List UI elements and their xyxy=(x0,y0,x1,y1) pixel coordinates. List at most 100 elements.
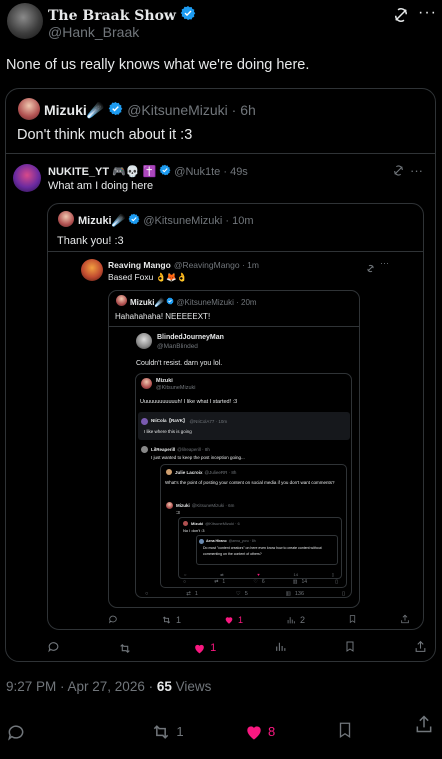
reply-icon[interactable]: ○ xyxy=(183,579,186,585)
mini-reply-icon[interactable]: ○ xyxy=(184,572,186,577)
q12-handle[interactable]: @KitsuneMizuki · 6 xyxy=(205,521,240,526)
grok-icon[interactable] xyxy=(392,6,410,29)
q2-name[interactable]: NUKITE_YT xyxy=(48,166,109,178)
more-options-icon[interactable]: ··· xyxy=(410,163,423,178)
q5-text: Hahahahaha! NEEEEEXT! xyxy=(115,312,211,321)
share-button[interactable] xyxy=(414,714,434,737)
card10-action-bar: ○ ⇄ 1 ♡ 6 ▥ 14 ▯ xyxy=(183,579,338,585)
timestamp[interactable]: 9:27 PM · Apr 27, 2026 · xyxy=(6,679,157,694)
retweet-button[interactable]: 1 xyxy=(150,722,184,742)
bookmark-button[interactable] xyxy=(336,720,354,743)
like-icon[interactable]: ♡ 5 xyxy=(236,591,248,597)
bookmark-icon[interactable] xyxy=(344,640,356,656)
q11-handle[interactable]: @KitsuneMizuki · 6m xyxy=(192,503,235,508)
views-label: Views xyxy=(175,679,212,694)
q9-name[interactable]: LilReaperill xyxy=(151,447,175,452)
grok-icon[interactable] xyxy=(392,164,405,182)
more-options-icon[interactable]: ··· xyxy=(418,4,437,22)
heart-icon xyxy=(247,725,261,739)
grok-icon[interactable] xyxy=(366,260,375,278)
share-icon[interactable] xyxy=(414,640,427,656)
q6-text: Couldn't resist. darn you lol. xyxy=(136,360,223,367)
q7-name[interactable]: Mizuki xyxy=(156,378,173,384)
q1-handle[interactable]: @KitsuneMizuki · 6h xyxy=(127,102,256,118)
reply-icon[interactable] xyxy=(47,640,60,656)
q8-text: I like where this is going xyxy=(144,429,192,434)
verified-icon xyxy=(166,297,175,307)
q8-name[interactable]: NIiCola【RaVK】 xyxy=(151,418,188,424)
mini-retweet-icon[interactable]: ⇄ xyxy=(220,572,223,577)
q1-name[interactable]: Mizuki xyxy=(44,102,87,118)
more-options-icon[interactable]: ··· xyxy=(380,258,389,268)
q13-handle[interactable]: @aena_yoru · 8h xyxy=(229,539,256,543)
retweet-icon[interactable] xyxy=(118,642,136,655)
q12-name[interactable]: Mizuki xyxy=(191,521,203,526)
q6-avatar[interactable] xyxy=(136,333,152,349)
q5-name-emoji: ☄️ xyxy=(154,297,165,307)
q6-name[interactable]: BlindedJourneyMan xyxy=(157,334,224,341)
quote-divider xyxy=(109,326,359,327)
q8-handle[interactable]: @NIiColA77 · 10m xyxy=(190,419,228,424)
q2-avatar[interactable] xyxy=(13,164,41,192)
q1-avatar[interactable] xyxy=(18,98,40,120)
views-icon[interactable]: ▥ 136 xyxy=(286,591,304,597)
like-icon[interactable]: 1 xyxy=(224,615,243,625)
q2-handle[interactable]: @Nuk1te · 49s xyxy=(174,166,248,178)
retweet-icon[interactable]: ⇄ 1 xyxy=(214,579,225,585)
q2-text: What am I doing here xyxy=(48,180,154,192)
verified-icon xyxy=(159,164,171,179)
main-avatar[interactable] xyxy=(7,3,43,39)
views-icon[interactable]: ▥ 14 xyxy=(293,579,307,585)
like-icon[interactable]: ♡ 6 xyxy=(253,579,264,585)
q9-avatar[interactable] xyxy=(141,446,148,453)
mini-like-icon[interactable]: ♥ xyxy=(257,572,259,577)
q5-name[interactable]: Mizuki xyxy=(130,298,154,307)
q11-avatar[interactable] xyxy=(166,502,173,509)
bookmark-icon[interactable]: ▯ xyxy=(342,591,345,597)
q11-text: :3 xyxy=(176,510,180,515)
retweet-icon[interactable]: ⇄ 1 xyxy=(186,591,198,597)
reply-icon[interactable]: ○ xyxy=(145,591,148,597)
q7-handle[interactable]: @KitsuneMizuki xyxy=(156,385,196,391)
q13-avatar[interactable] xyxy=(199,539,204,544)
retweet-icon xyxy=(154,724,169,739)
q8-avatar[interactable] xyxy=(141,418,148,425)
like-icon[interactable]: 1 xyxy=(193,642,216,655)
share-icon[interactable] xyxy=(400,614,410,626)
views-icon[interactable] xyxy=(274,640,287,656)
q10-handle[interactable]: @JulieeRR · 8h xyxy=(205,470,237,475)
like-button[interactable]: 8 xyxy=(244,722,275,742)
q7-text: Uuuuuuuuuuuuh! I like what I started! :3 xyxy=(140,399,238,405)
q4-avatar[interactable] xyxy=(81,259,103,281)
q4-text: Based Foxu 👌🦊👌 xyxy=(108,272,188,282)
mini-bookmark-icon[interactable]: ▯ xyxy=(332,572,334,577)
retweet-icon[interactable]: 1 xyxy=(161,615,181,625)
share-icon xyxy=(416,715,432,733)
q3-handle[interactable]: @KitsuneMizuki · 10m xyxy=(143,215,253,227)
q5-handle[interactable]: @KitsuneMizuki · 20m xyxy=(176,298,256,307)
quote-divider xyxy=(6,153,435,154)
q10-avatar[interactable] xyxy=(166,469,172,475)
verified-icon xyxy=(108,101,123,119)
q3-avatar[interactable] xyxy=(58,211,74,227)
q9-handle[interactable]: @lilreaperill · 8h xyxy=(177,447,210,452)
q5-avatar[interactable] xyxy=(116,295,127,306)
reply-button[interactable] xyxy=(6,722,30,742)
q4-handle[interactable]: @ReavingMango · 1m xyxy=(174,260,259,270)
views-icon[interactable]: 2 xyxy=(286,615,305,625)
bookmark-icon[interactable] xyxy=(348,614,357,626)
q11-name[interactable]: Mizuki xyxy=(176,503,190,508)
q7-avatar[interactable] xyxy=(141,378,152,389)
bookmark-icon[interactable]: ▯ xyxy=(335,579,338,585)
q4-name[interactable]: Reaving Mango xyxy=(108,260,171,270)
reply-icon[interactable] xyxy=(108,614,118,626)
q6-handle[interactable]: @ManBlinded xyxy=(157,343,198,350)
q8-row[interactable] xyxy=(138,412,350,440)
q12-avatar[interactable] xyxy=(183,521,188,526)
q3-name[interactable]: Mizuki xyxy=(78,215,112,227)
main-author-handle[interactable]: @Hank_Braak xyxy=(48,24,139,40)
main-author-name[interactable]: The Braak Show xyxy=(48,8,176,24)
q13-name[interactable]: Aena Hirano xyxy=(206,539,227,543)
q10-name[interactable]: Julie Lacroix xyxy=(175,470,203,475)
mini-views[interactable]: 14 xyxy=(294,572,298,577)
